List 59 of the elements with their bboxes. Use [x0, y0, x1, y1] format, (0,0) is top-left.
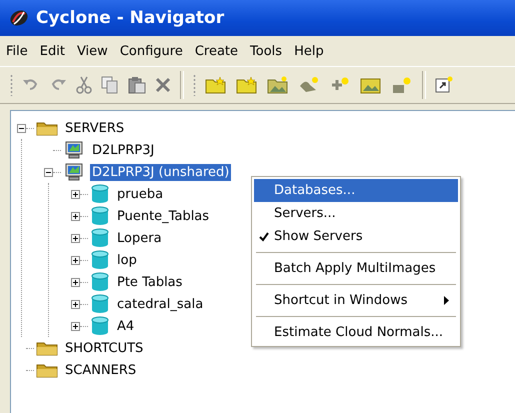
expand-button[interactable]	[71, 256, 80, 264]
tree-item[interactable]: D2LPRP3J (unshared)	[90, 164, 232, 180]
menu-item[interactable]: Tools	[250, 44, 282, 58]
menu-item[interactable]: File	[6, 44, 28, 58]
menu-item[interactable]: Help	[294, 44, 324, 58]
menu-item[interactable]: Shortcut in Windows	[254, 289, 458, 312]
menu-item[interactable]: Configure	[120, 44, 183, 58]
folder-icon	[36, 120, 58, 136]
database-icon	[90, 272, 110, 292]
expand-button[interactable]	[71, 190, 80, 198]
tree-item[interactable]: SHORTCUTS	[63, 340, 146, 356]
tree-item[interactable]: A4	[115, 318, 136, 334]
tree-item[interactable]: SERVERS	[63, 120, 126, 136]
redo-icon[interactable]	[49, 77, 67, 93]
expand-button[interactable]	[71, 278, 80, 286]
menu-item[interactable]: Show Servers	[254, 225, 458, 248]
tree-item[interactable]: lop	[115, 252, 139, 268]
computer-icon	[63, 141, 85, 159]
tree-item[interactable]: Lopera	[115, 230, 164, 246]
menu-item[interactable]: Databases...	[254, 179, 458, 202]
folder-icon	[36, 362, 58, 378]
database-icon	[90, 250, 110, 270]
database-icon	[90, 228, 110, 248]
folder-icon	[36, 340, 58, 356]
database-icon	[90, 316, 110, 336]
menu-item[interactable]: Batch Apply MultiImages	[254, 257, 458, 280]
folder-image-icon[interactable]	[267, 76, 289, 94]
block-icon[interactable]	[391, 76, 413, 94]
undo-icon[interactable]	[22, 77, 40, 93]
folder-icon[interactable]	[236, 76, 258, 94]
delete-icon[interactable]	[155, 77, 171, 93]
folder-icon[interactable]	[205, 76, 227, 94]
expand-button[interactable]	[71, 212, 80, 220]
menu-item[interactable]: Edit	[40, 44, 65, 58]
tree-item[interactable]: SCANNERS	[63, 362, 138, 378]
menu-item[interactable]: View	[76, 44, 108, 58]
tree-item[interactable]: prueba	[115, 186, 166, 202]
collapse-button[interactable]	[44, 168, 53, 176]
menu-item[interactable]: Servers...	[254, 202, 458, 225]
computer-icon	[63, 163, 85, 181]
scissors-icon[interactable]	[76, 76, 92, 94]
window-icon[interactable]	[435, 76, 453, 94]
collapse-button[interactable]	[17, 124, 26, 132]
copy-icon[interactable]	[101, 76, 119, 94]
expand-button[interactable]	[71, 234, 80, 242]
menu-item[interactable]: Create	[194, 44, 238, 58]
menu-item[interactable]: Estimate Cloud Normals...	[254, 321, 458, 344]
database-icon	[90, 294, 110, 314]
expand-button[interactable]	[71, 300, 80, 308]
database-icon	[90, 184, 110, 204]
tree-item[interactable]: D2LPRP3J	[90, 142, 156, 158]
window-title: Cyclone - Navigator	[36, 8, 224, 28]
tree-item[interactable]: catedral_sala	[115, 296, 206, 312]
tree-item[interactable]: Pte Tablas	[115, 274, 184, 290]
tree-item[interactable]: Puente_Tablas	[115, 208, 212, 224]
paste-icon[interactable]	[128, 76, 146, 94]
image-icon[interactable]	[360, 76, 382, 94]
database-icon	[90, 206, 110, 226]
expand-button[interactable]	[71, 322, 80, 330]
